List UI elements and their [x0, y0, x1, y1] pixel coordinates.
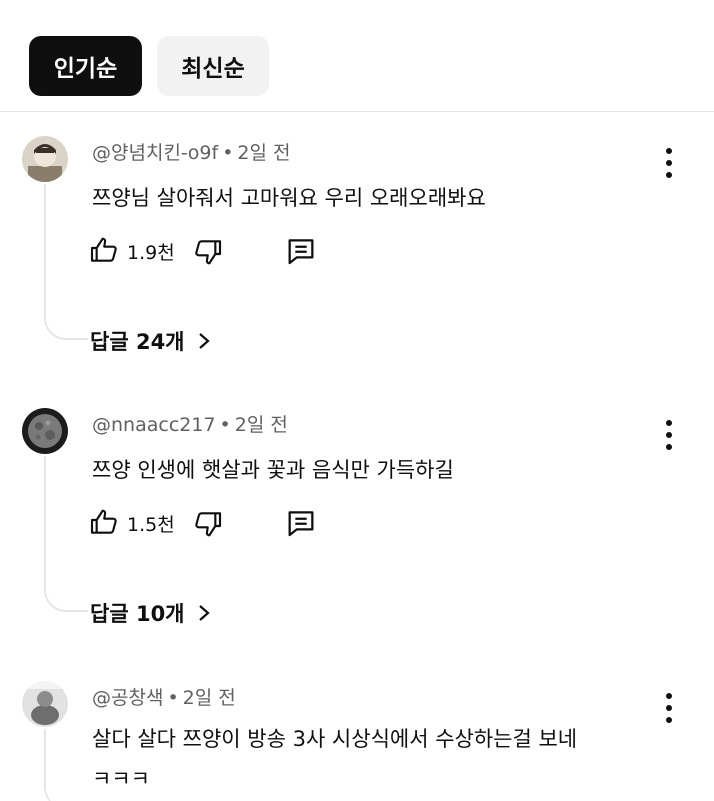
- avatar-image-icon: [22, 681, 68, 727]
- view-replies-button[interactable]: 답글 10개: [90, 598, 211, 628]
- more-options-button[interactable]: [655, 418, 683, 452]
- avatar[interactable]: [22, 408, 68, 454]
- thumbs-down-icon[interactable]: [192, 508, 224, 540]
- thumbs-down-icon[interactable]: [192, 236, 224, 268]
- thread-line: [44, 729, 88, 801]
- meta-separator: •: [222, 142, 234, 164]
- more-options-button[interactable]: [655, 146, 683, 180]
- comment-text: 쯔양님 살아줘서 고마워요 우리 오래오래봐요: [92, 186, 486, 210]
- comment-meta: @양념치킨-o9f • 2일 전: [92, 138, 291, 165]
- chevron-right-icon: [198, 333, 210, 349]
- thumbs-up-icon[interactable]: [88, 234, 120, 266]
- comment-actions: 1.5천: [88, 504, 348, 544]
- comment-time[interactable]: 2일 전: [183, 687, 236, 709]
- like-count: 1.9천: [127, 242, 175, 264]
- comment-time[interactable]: 2일 전: [237, 142, 290, 164]
- replies-count-label: 답글 10개: [90, 602, 185, 626]
- comment-meta: @nnaacc217 • 2일 전: [92, 410, 288, 437]
- replies-count-label: 답글 24개: [90, 330, 185, 354]
- avatar[interactable]: [22, 136, 68, 182]
- thread-line: [44, 456, 88, 612]
- comment-time[interactable]: 2일 전: [235, 414, 288, 436]
- chevron-right-icon: [198, 605, 210, 621]
- like-count: 1.5천: [127, 514, 175, 536]
- comment-author[interactable]: @양념치킨-o9f: [92, 142, 218, 164]
- thread-line: [44, 184, 88, 340]
- thumbs-up-icon[interactable]: [88, 506, 120, 538]
- comment-item: @공창색 • 2일 전 살다 살다 쯔양이 방송 3사 시상식에서 수상하는걸 보네…: [0, 681, 714, 801]
- comment-actions: 1.9천: [88, 232, 348, 272]
- sort-popular-chip[interactable]: 인기순: [29, 36, 142, 96]
- comment-meta: @공창색 • 2일 전: [92, 683, 236, 710]
- meta-separator: •: [219, 414, 231, 436]
- comment-icon[interactable]: [284, 506, 318, 540]
- comment-author[interactable]: @공창색: [92, 687, 163, 709]
- comment-text: 살다 살다 쯔양이 방송 3사 시상식에서 수상하는걸 보네 ㅋㅋㅋ: [92, 727, 578, 791]
- meta-separator: •: [167, 687, 179, 709]
- avatar-image-icon: [22, 136, 68, 182]
- sort-bar: 인기순 최신순: [0, 0, 714, 112]
- view-replies-button[interactable]: 답글 24개: [90, 326, 211, 356]
- sort-newest-chip[interactable]: 최신순: [157, 36, 269, 96]
- comment-icon[interactable]: [284, 234, 318, 268]
- comment-author[interactable]: @nnaacc217: [92, 414, 216, 436]
- avatar[interactable]: [22, 681, 68, 727]
- avatar-image-icon: [22, 408, 68, 454]
- more-options-button[interactable]: [655, 691, 683, 725]
- comment-text: 쯔양 인생에 햇살과 꽃과 음식만 가득하길: [92, 458, 454, 482]
